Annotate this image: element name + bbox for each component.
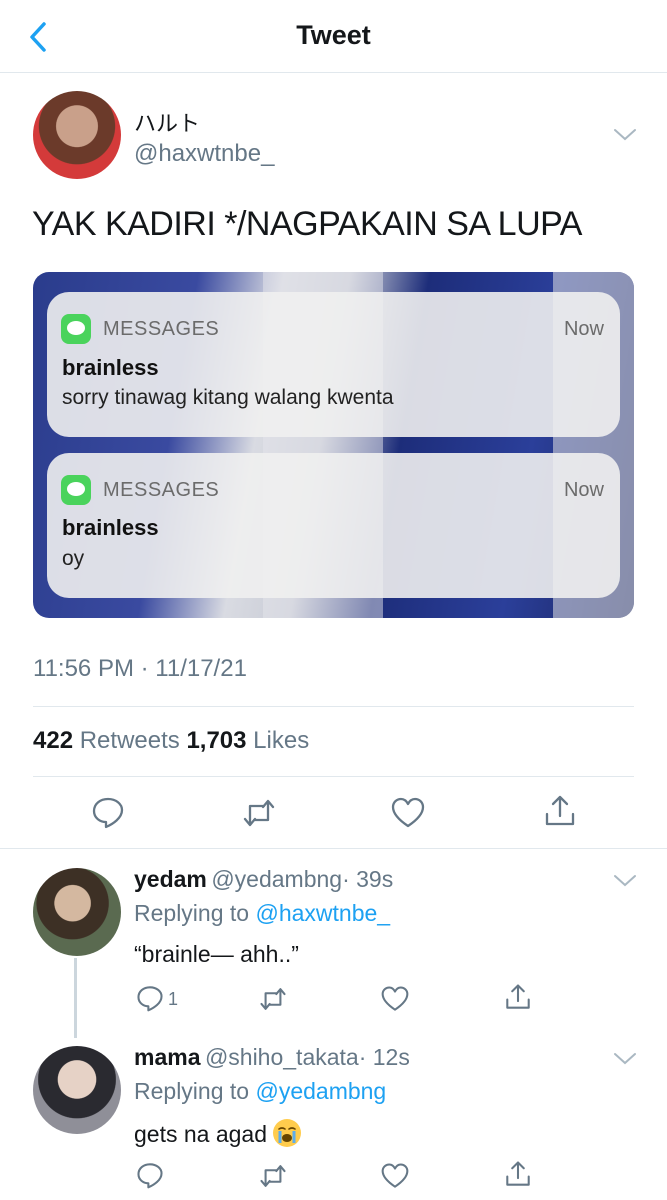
divider bbox=[33, 706, 634, 707]
author-name[interactable]: ハルト bbox=[134, 106, 200, 138]
avatar[interactable] bbox=[33, 91, 121, 179]
avatar[interactable] bbox=[33, 868, 121, 956]
like-icon[interactable] bbox=[381, 1162, 409, 1190]
notification-sender: brainless bbox=[62, 515, 159, 540]
reply-text-content: gets na agad bbox=[134, 1121, 268, 1147]
replying-to: Replying to @yedambng bbox=[134, 1078, 386, 1105]
replying-to-prefix: Replying to bbox=[134, 900, 250, 926]
tweet-timestamp[interactable]: 11:56 PM · 11/17/21 bbox=[33, 655, 247, 683]
retweets-count: 422 bbox=[33, 727, 74, 754]
likes-count: 1,703 bbox=[186, 727, 247, 754]
like-icon[interactable] bbox=[381, 985, 409, 1013]
reply-author-handle[interactable]: @yedambng bbox=[211, 866, 342, 892]
share-icon[interactable] bbox=[504, 1160, 532, 1188]
reply-count: 1 bbox=[168, 989, 179, 1009]
thread-line bbox=[74, 958, 77, 1038]
retweet-icon[interactable] bbox=[259, 985, 287, 1013]
chevron-down-icon[interactable] bbox=[612, 126, 638, 144]
messages-app-icon bbox=[61, 314, 91, 344]
reply-icon[interactable] bbox=[136, 984, 164, 1012]
replying-to: Replying to @haxwtnbe_ bbox=[134, 900, 390, 927]
replying-to-prefix: Replying to bbox=[134, 1078, 250, 1104]
notification-time: Now bbox=[563, 479, 604, 501]
notification-sender: brainless bbox=[62, 355, 159, 380]
notification-card: MESSAGES Now brainless oy bbox=[47, 453, 620, 598]
share-icon[interactable] bbox=[504, 983, 532, 1011]
likes-stat[interactable]: 1,703 Likes bbox=[186, 727, 309, 754]
notification-time: Now bbox=[563, 318, 604, 340]
reply-author-name[interactable]: yedam bbox=[134, 866, 207, 892]
likes-label: Likes bbox=[253, 727, 310, 754]
reply-time: · 12s bbox=[358, 1044, 410, 1070]
reply-author-name[interactable]: mama bbox=[134, 1044, 200, 1070]
reply-icon[interactable] bbox=[136, 1161, 164, 1189]
author-handle[interactable]: @haxwtnbe_ bbox=[134, 140, 274, 168]
reply-time: · 39s bbox=[342, 866, 394, 892]
retweets-stat[interactable]: 422 Retweets bbox=[33, 727, 180, 754]
notification-app-name: MESSAGES bbox=[103, 479, 220, 501]
avatar[interactable] bbox=[33, 1046, 121, 1134]
reply-header: mama @shiho_takata· 12s bbox=[134, 1044, 410, 1071]
divider bbox=[33, 776, 634, 777]
chevron-down-icon[interactable] bbox=[612, 872, 638, 890]
replying-to-link[interactable]: @yedambng bbox=[255, 1078, 386, 1104]
retweets-label: Retweets bbox=[79, 727, 180, 754]
messages-app-icon bbox=[61, 475, 91, 505]
tweet-text: YAK KADIRI */NAGPAKAIN SA LUPA bbox=[32, 205, 582, 243]
page-title: Tweet bbox=[296, 20, 371, 50]
divider bbox=[0, 848, 667, 849]
share-icon[interactable] bbox=[543, 794, 577, 828]
reply-text: “brainle— ahh..” bbox=[134, 941, 299, 967]
loudly-crying-face-icon bbox=[273, 1119, 302, 1147]
reply-icon[interactable] bbox=[91, 795, 125, 829]
notification-card: MESSAGES Now brainless sorry tinawag kit… bbox=[47, 292, 620, 437]
like-icon[interactable] bbox=[391, 796, 425, 830]
reply-author-handle[interactable]: @shiho_takata bbox=[205, 1044, 359, 1070]
tweet-stats: 422 Retweets 1,703 Likes bbox=[33, 727, 309, 755]
notification-body: oy bbox=[62, 547, 85, 570]
notification-body: sorry tinawag kitang walang kwenta bbox=[62, 386, 394, 409]
reply-header: yedam @yedambng· 39s bbox=[134, 866, 393, 893]
reply-text: gets na agad bbox=[134, 1119, 302, 1148]
retweet-icon[interactable] bbox=[259, 1162, 287, 1190]
notification-app-name: MESSAGES bbox=[103, 318, 220, 340]
chevron-down-icon[interactable] bbox=[612, 1050, 638, 1068]
replying-to-link[interactable]: @haxwtnbe_ bbox=[255, 900, 390, 926]
retweet-icon[interactable] bbox=[242, 796, 276, 830]
